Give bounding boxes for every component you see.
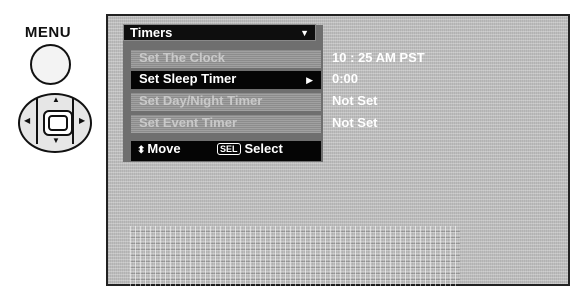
menu-item-set-sleep-timer[interactable]: Set Sleep Timer ▶ bbox=[131, 71, 321, 89]
menu-item-value: Not Set bbox=[332, 93, 378, 108]
remote-control: MENU ▲ ▼ ◀ ▶ bbox=[0, 0, 100, 289]
sel-key-icon: SEL bbox=[217, 143, 241, 155]
menu-item-value: 10 : 25 AM PST bbox=[332, 50, 425, 65]
menu-item-label: Set Day/Night Timer bbox=[139, 93, 263, 108]
menu-item-set-the-clock[interactable]: Set The Clock bbox=[131, 50, 321, 68]
menu-item-label: Set Event Timer bbox=[139, 115, 238, 130]
dpad-right-arrow-icon[interactable]: ▶ bbox=[79, 117, 85, 125]
screen-floor-pattern bbox=[130, 226, 460, 286]
menu-button[interactable] bbox=[30, 44, 71, 85]
help-select: SEL Select bbox=[217, 141, 283, 156]
menu-title-bar[interactable]: Timers ▼ bbox=[123, 24, 316, 41]
dpad-select-button[interactable] bbox=[43, 110, 73, 136]
dpad-down-arrow-icon[interactable]: ▼ bbox=[52, 137, 60, 145]
dpad-divider-left bbox=[36, 98, 38, 144]
triangle-right-icon: ▶ bbox=[306, 75, 313, 85]
menu-button-label: MENU bbox=[24, 24, 72, 41]
up-down-arrows-icon: ⬍ bbox=[137, 145, 146, 156]
help-move: ⬍ Move bbox=[137, 141, 181, 156]
menu-item-value: 0:00 bbox=[332, 71, 359, 86]
help-bar: ⬍ Move SEL Select bbox=[131, 141, 321, 161]
menu-item-set-event-timer[interactable]: Set Event Timer bbox=[131, 115, 321, 133]
help-select-label: Select bbox=[244, 141, 283, 156]
triangle-down-icon: ▼ bbox=[300, 28, 309, 38]
dpad-up-arrow-icon[interactable]: ▲ bbox=[52, 96, 60, 104]
menu-item-label: Set The Clock bbox=[139, 50, 225, 65]
menu-item-label: Set Sleep Timer bbox=[139, 71, 237, 86]
menu-title: Timers bbox=[130, 25, 173, 40]
dpad-left-arrow-icon[interactable]: ◀ bbox=[24, 117, 30, 125]
menu-item-set-day-night-timer[interactable]: Set Day/Night Timer bbox=[131, 93, 321, 111]
menu-item-value: Not Set bbox=[332, 115, 378, 130]
help-move-label: Move bbox=[147, 141, 181, 156]
